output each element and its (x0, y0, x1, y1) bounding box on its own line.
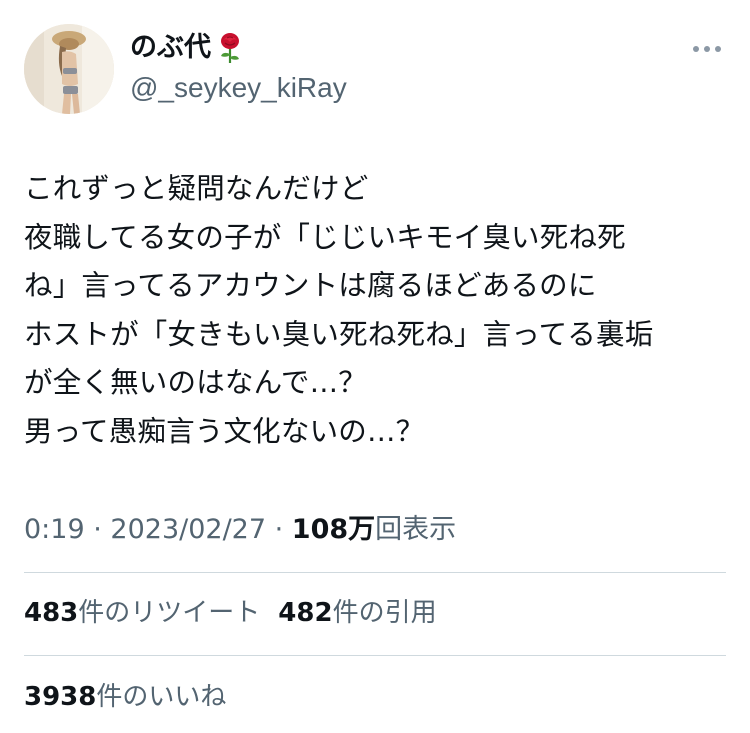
tweet-date[interactable]: 2023/02/27 (110, 514, 266, 545)
author-display-name-row[interactable]: のぶ代 (130, 30, 347, 66)
quotes-label: 件の引用 (332, 598, 437, 628)
quotes-stat[interactable]: 482件の引用 (278, 598, 436, 628)
divider (24, 572, 726, 573)
rose-icon (215, 32, 245, 64)
meta-separator: · (274, 514, 292, 545)
likes-stat[interactable]: 3938件のいいね (24, 682, 226, 712)
more-options-button[interactable] (690, 34, 724, 64)
retweets-count: 483 (24, 598, 79, 628)
avatar[interactable] (24, 24, 114, 114)
retweets-stat[interactable]: 483件のリツイート (24, 598, 260, 628)
likes-count: 3938 (24, 682, 97, 712)
divider (24, 655, 726, 656)
retweets-label: 件のリツイート (78, 598, 261, 628)
tweet-text: これずっと疑問なんだけど 夜職してる女の子が「じじいキモイ臭い死ね死 ね」言って… (24, 172, 654, 448)
more-dots-icon (693, 46, 721, 52)
meta-separator: · (93, 514, 111, 545)
tweet-meta: 0:19 · 2023/02/27 · 108万回表示 (24, 510, 456, 550)
avatar-photo (24, 24, 114, 114)
likes-label: 件のいいね (96, 682, 227, 712)
tweet-header: のぶ代 @_seykey_kiRay (24, 24, 726, 116)
author-display-name: のぶ代 (130, 32, 211, 63)
tweet-time[interactable]: 0:19 (24, 514, 85, 545)
author-names: のぶ代 @_seykey_kiRay (130, 30, 347, 106)
views-count: 108万 (291, 514, 376, 545)
author-handle[interactable]: @_seykey_kiRay (130, 70, 347, 106)
engagement-stats-row: 483件のリツイート 482件の引用 (24, 593, 437, 633)
tweet-detail: のぶ代 @_seykey_kiRay これずっと疑問なんだけど 夜職してる女の子… (0, 0, 750, 733)
likes-stats-row: 3938件のいいね (24, 677, 226, 717)
quotes-count: 482 (278, 598, 333, 628)
views-label: 回表示 (375, 514, 457, 545)
